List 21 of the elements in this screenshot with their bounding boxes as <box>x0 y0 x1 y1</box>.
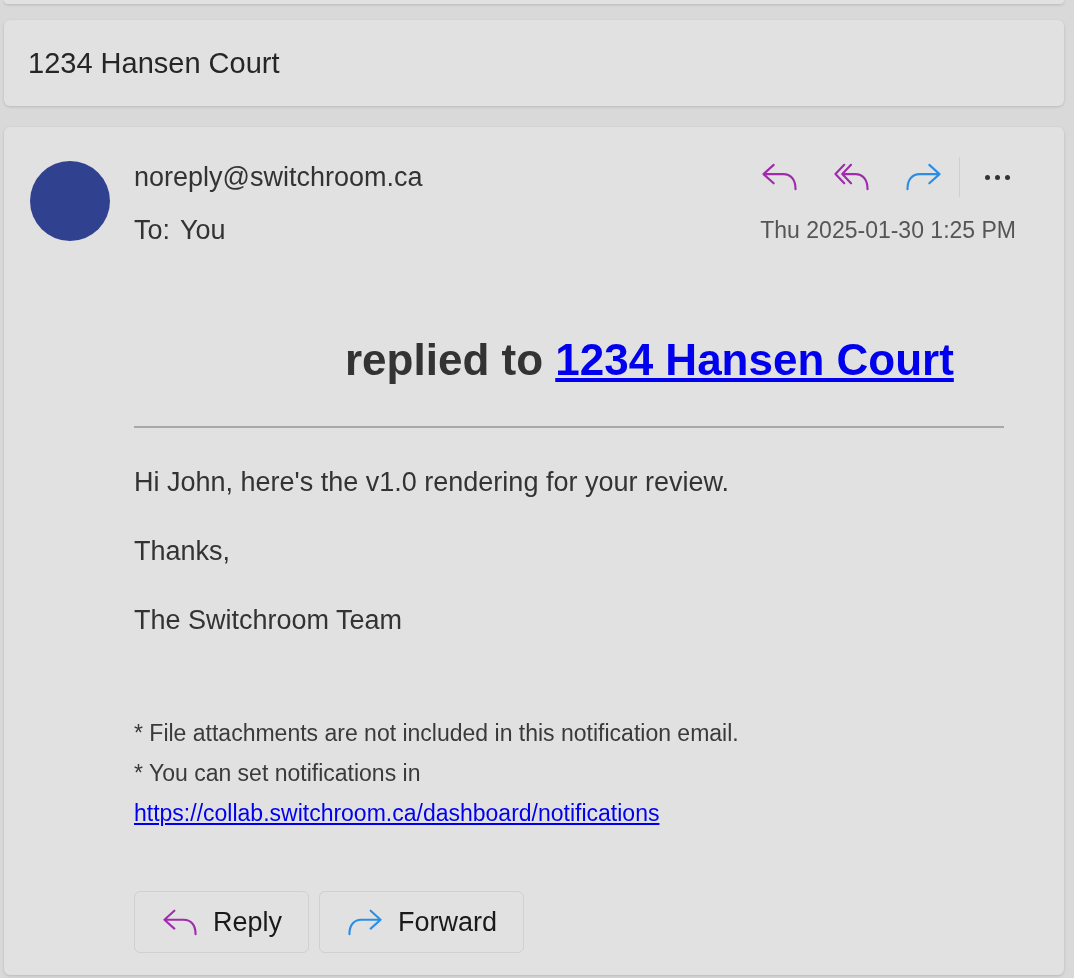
footnote: * File attachments are not included in this notification email. <box>134 719 740 748</box>
notifications-link[interactable]: https://collab.switchroom.ca/dashboard/notifications <box>134 793 660 833</box>
timestamp: Thu 2025-01-30 1:25 PM <box>760 216 1016 245</box>
recipient-label: To: <box>134 214 171 247</box>
footnote: * You can set notifications in https://collab.switchroom.ca/dashboard/notifications <box>134 753 1004 833</box>
curved-arrow-right-icon[interactable] <box>905 163 941 191</box>
body-paragraph: Thanks, <box>134 535 232 568</box>
double-curved-arrow-left-icon[interactable] <box>833 163 869 191</box>
curved-arrow-left-icon[interactable] <box>761 163 797 191</box>
recipient-name: You <box>180 214 226 247</box>
forward-button[interactable]: Forward <box>319 891 525 953</box>
subject-title: 1234 Hansen Court <box>28 46 280 81</box>
body-paragraph: Hi John, here's the v1.0 rendering for your review. <box>134 466 730 499</box>
curved-arrow-left-icon <box>163 908 197 936</box>
sender-address: noreply@switchroom.ca <box>134 161 423 194</box>
curved-arrow-right-icon <box>348 908 383 936</box>
body-paragraph: The Switchroom Team <box>134 604 404 637</box>
heading-link[interactable]: 1234 Hansen Court <box>555 335 954 384</box>
reply-button[interactable]: Reply <box>134 891 310 953</box>
more-icon[interactable] <box>984 174 1010 180</box>
email-heading: replied to 1234 Hansen Court <box>344 334 955 386</box>
